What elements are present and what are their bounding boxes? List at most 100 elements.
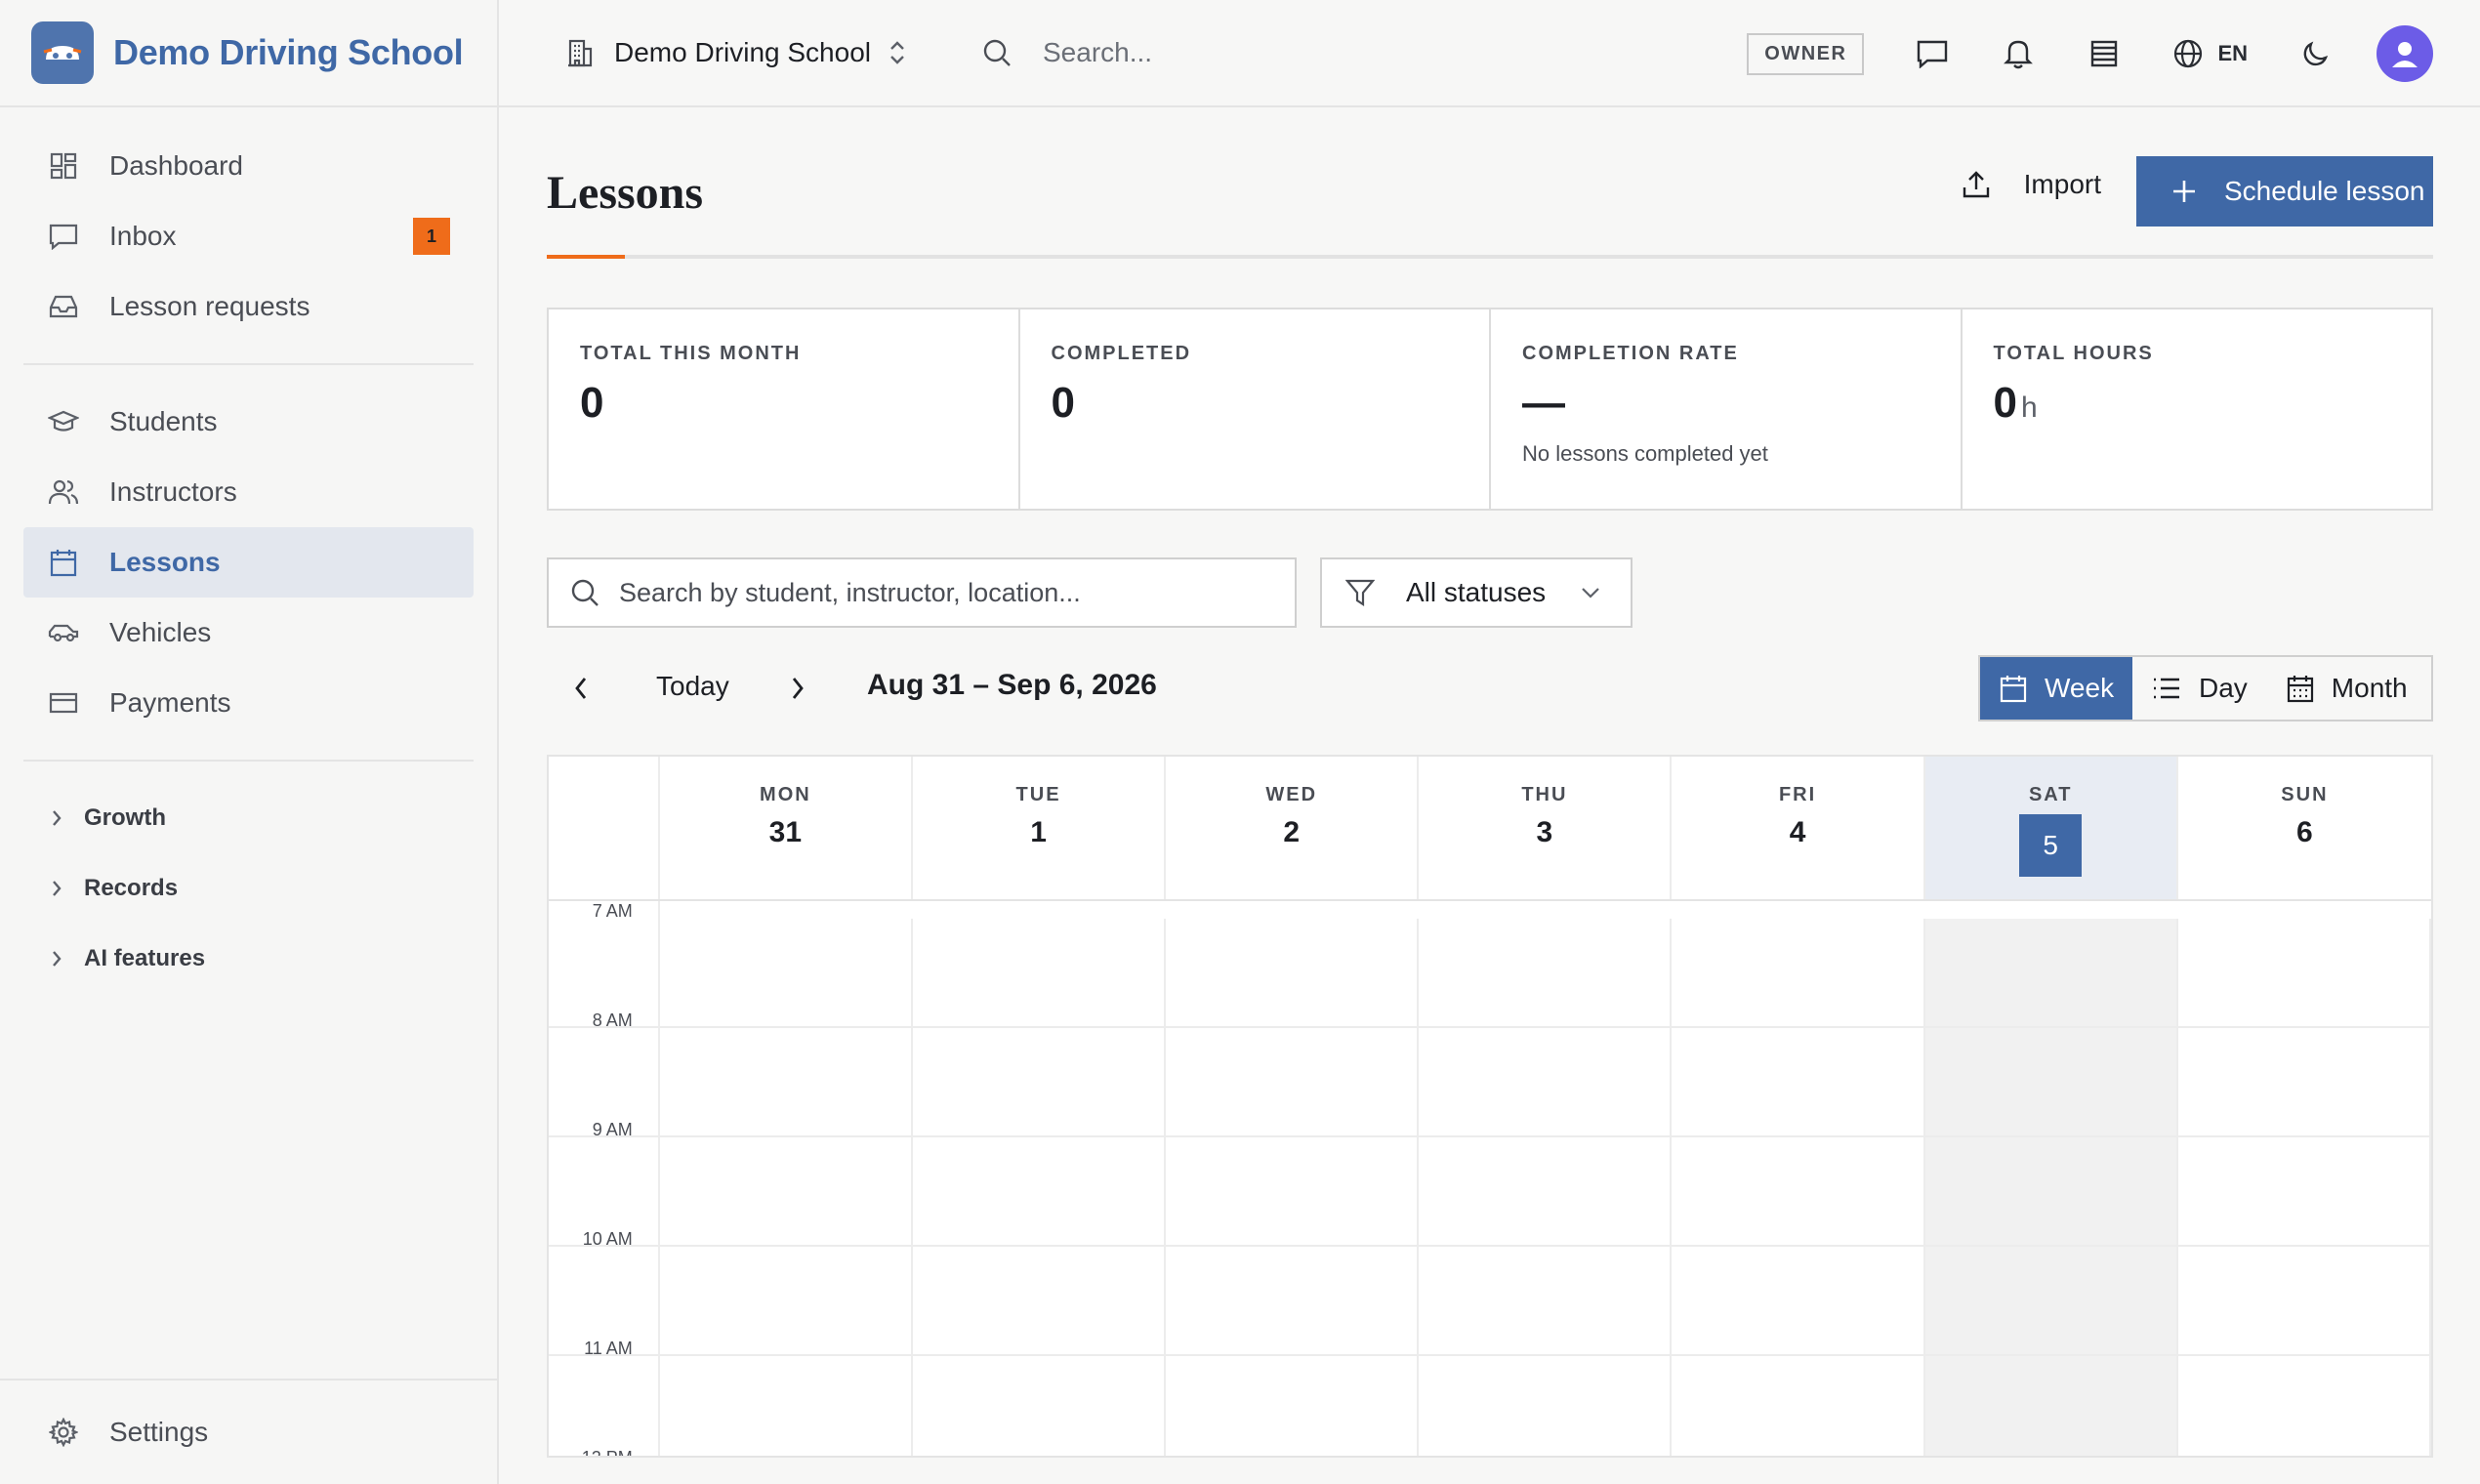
sidebar-item-lesson-requests[interactable]: Lesson requests	[23, 271, 474, 342]
day-column[interactable]	[1419, 919, 1673, 1456]
building-icon	[565, 37, 597, 68]
org-switcher[interactable]: Demo Driving School	[565, 37, 906, 68]
sidebar-item-label: Inbox	[109, 221, 177, 251]
hour-gridline	[549, 1026, 2431, 1028]
messages-icon[interactable]	[1915, 36, 1950, 71]
stat-value: 0	[1051, 379, 1075, 427]
calendar-navigation: Today Aug 31 – Sep 6, 2026 Week Day Mont…	[547, 655, 2433, 725]
day-number: 3	[1536, 816, 1553, 848]
stat-subtext: No lessons completed yet	[1522, 441, 1768, 466]
settings-label: Settings	[109, 1417, 209, 1447]
day-column-today[interactable]	[1924, 919, 2178, 1456]
stat-label: TOTAL THIS MONTH	[580, 343, 802, 364]
day-number: 1	[1030, 816, 1047, 848]
sidebar-item-label: Lessons	[109, 547, 221, 577]
sidebar-item-dashboard[interactable]: Dashboard	[23, 131, 474, 201]
stat-value: 0h	[1994, 379, 2432, 428]
day-column[interactable]	[913, 919, 1167, 1456]
sidebar-group-label: Records	[84, 875, 179, 901]
main-nav: Dashboard Inbox 1 Lesson requests Studen…	[0, 107, 497, 994]
list-view-icon[interactable]	[2087, 36, 2122, 71]
chevron-left-icon[interactable]	[572, 675, 590, 707]
day-of-week: SUN	[2281, 784, 2329, 805]
language-switcher[interactable]: EN	[2172, 37, 2248, 70]
sidebar-item-settings[interactable]: Settings	[0, 1379, 497, 1484]
stat-total-this-month: TOTAL THIS MONTH 0	[549, 309, 1020, 509]
stat-completed: COMPLETED 0	[1020, 309, 1491, 509]
sidebar-item-students[interactable]: Students	[23, 387, 474, 457]
chevron-right-icon	[51, 950, 70, 968]
view-month-button[interactable]: Month	[2267, 657, 2427, 720]
stat-value: —	[1522, 379, 1565, 427]
search-icon	[570, 577, 601, 608]
graduation-cap-icon	[47, 405, 80, 438]
day-column[interactable]	[1166, 919, 1420, 1456]
language-code: EN	[2217, 41, 2248, 65]
stat-label: COMPLETION RATE	[1522, 343, 1739, 364]
avatar[interactable]	[2377, 25, 2433, 82]
view-label: Month	[2331, 673, 2408, 703]
sidebar-item-instructors[interactable]: Instructors	[23, 457, 474, 527]
globe-icon	[2172, 37, 2206, 70]
page-title: Lessons	[547, 167, 704, 219]
moon-icon[interactable]	[2298, 36, 2334, 71]
page-header: Lessons Import Schedule lesson	[547, 107, 2433, 259]
sidebar-item-payments[interactable]: Payments	[23, 668, 474, 738]
import-button[interactable]: Import	[1962, 168, 2101, 201]
search-icon	[982, 37, 1013, 68]
topbar-actions: OWNER EN	[1747, 0, 2433, 107]
status-filter-select[interactable]: All statuses	[1320, 557, 1633, 628]
calendar-icon	[2000, 674, 2027, 703]
day-header-fri[interactable]: FRI 4	[1672, 757, 1925, 899]
day-header-sat-today[interactable]: SAT 5	[1924, 757, 2178, 899]
view-label: Day	[2199, 673, 2248, 703]
today-button[interactable]: Today	[656, 671, 729, 702]
chevron-down-icon	[1581, 587, 1600, 598]
day-column[interactable]	[2178, 919, 2431, 1456]
sidebar-item-label: Dashboard	[109, 150, 243, 181]
list-icon	[2152, 676, 2181, 701]
day-column[interactable]	[1672, 919, 1925, 1456]
lesson-search-input[interactable]	[619, 577, 1283, 608]
stat-total-hours: TOTAL HOURS 0h	[1963, 309, 2432, 509]
org-name: Demo Driving School	[614, 37, 871, 67]
day-number: 6	[2296, 816, 2313, 848]
hour-label: 7 AM	[592, 901, 633, 921]
sidebar-item-label: Lesson requests	[109, 291, 310, 321]
day-of-week: TUE	[1015, 784, 1061, 805]
sidebar-group-ai-features[interactable]: AI features	[23, 924, 474, 994]
day-number: 5	[2019, 814, 2083, 877]
schedule-lesson-label: Schedule lesson	[2224, 176, 2425, 206]
role-badge: OWNER	[1747, 32, 1865, 75]
sidebar-group-records[interactable]: Records	[23, 853, 474, 924]
view-week-button[interactable]: Week	[1980, 657, 2132, 720]
hour-gridline	[549, 1354, 2431, 1356]
chevron-right-icon[interactable]	[789, 675, 806, 707]
main-content: Lessons Import Schedule lesson TOTAL THI…	[547, 107, 2433, 1458]
chevron-right-icon	[51, 880, 70, 897]
week-calendar: MON 31 TUE 1 WED 2 THU 3 FRI 4 SAT 5 SUN 6 7 AM…	[547, 755, 2433, 1458]
calendar-grid: 7 AM 8 AM 9 AM 10 AM 11 AM 12 PM	[549, 901, 2431, 1456]
sidebar: Demo Driving School Dashboard Inbox 1 Le…	[0, 0, 499, 1484]
day-header-tue[interactable]: TUE 1	[913, 757, 1167, 899]
sidebar-item-vehicles[interactable]: Vehicles	[23, 598, 474, 668]
sidebar-item-inbox[interactable]: Inbox 1	[23, 201, 474, 271]
day-header-mon[interactable]: MON 31	[660, 757, 913, 899]
schedule-lesson-button[interactable]: Schedule lesson	[2136, 156, 2433, 227]
day-header-wed[interactable]: WED 2	[1166, 757, 1420, 899]
sidebar-item-lessons[interactable]: Lessons	[23, 527, 474, 598]
day-header-thu[interactable]: THU 3	[1419, 757, 1673, 899]
time-gutter	[549, 757, 660, 899]
import-label: Import	[2023, 169, 2101, 199]
hour-gridline	[549, 1245, 2431, 1247]
day-number: 31	[768, 816, 803, 848]
day-header-sun[interactable]: SUN 6	[2178, 757, 2431, 899]
date-range-label: Aug 31 – Sep 6, 2026	[867, 669, 1157, 701]
brand[interactable]: Demo Driving School	[0, 0, 497, 107]
sidebar-item-label: Vehicles	[109, 617, 212, 647]
view-day-button[interactable]: Day	[2132, 657, 2267, 720]
day-column[interactable]	[660, 919, 913, 1456]
bell-icon[interactable]	[2001, 36, 2036, 71]
sidebar-group-growth[interactable]: Growth	[23, 783, 474, 853]
global-search-input[interactable]	[1043, 37, 1433, 68]
